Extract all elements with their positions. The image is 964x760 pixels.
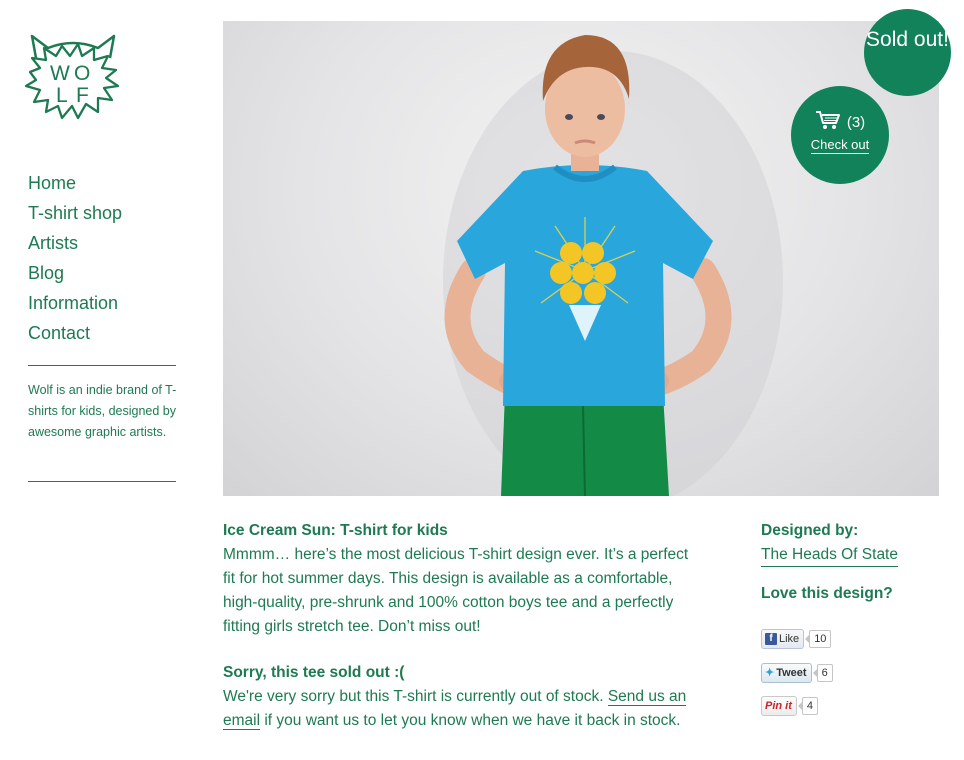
twitter-tweet: ✦ Tweet 6 <box>761 663 833 683</box>
tweet-count: 6 <box>812 664 833 682</box>
svg-text:W: W <box>50 62 70 85</box>
brand-blurb: Wolf is an indie brand of T-shirts for k… <box>28 383 177 439</box>
product-title: Ice Cream Sun: T-shirt for kids <box>223 522 448 539</box>
sold-out-text: We're very sorry but this T-shirt is cur… <box>223 688 687 730</box>
designer-link[interactable]: The Heads Of State <box>761 544 898 567</box>
nav-item-home[interactable]: Home <box>28 168 122 198</box>
nav-item-tshirt-shop[interactable]: T-shirt shop <box>28 198 122 228</box>
sold-out-heading: Sorry, this tee sold out :( <box>223 664 405 681</box>
twitter-bird-icon: ✦ <box>765 667 775 679</box>
pin-count: 4 <box>797 697 819 715</box>
wolf-logo[interactable]: W O L F <box>18 28 128 123</box>
nav-item-contact[interactable]: Contact <box>28 318 122 348</box>
main-nav: Home T-shirt shop Artists Blog Informati… <box>28 168 122 348</box>
checkout-link[interactable]: Check out <box>810 137 870 154</box>
love-design-heading: Love this design? <box>761 585 893 602</box>
facebook-like-button[interactable]: f Like <box>761 629 805 649</box>
designer-panel: Designed by: The Heads Of State Love thi… <box>761 519 941 606</box>
product-description-text: Mmmm… here’s the most delicious T-shirt … <box>223 546 689 635</box>
designed-by-heading: Designed by: <box>761 522 859 539</box>
cart-icon <box>815 110 841 134</box>
sold-out-badge: Sold out! <box>864 9 951 96</box>
sidebar-divider-bottom <box>28 481 176 482</box>
like-count: 10 <box>805 630 832 648</box>
product-description: Ice Cream Sun: T-shirt for kids Mmmm… he… <box>223 519 703 755</box>
svg-text:F: F <box>76 84 89 107</box>
svg-text:L: L <box>56 84 68 107</box>
cart-count: (3) <box>846 113 866 131</box>
sold-out-label: Sold out! <box>866 28 949 51</box>
nav-item-information[interactable]: Information <box>28 288 122 318</box>
sidebar-divider-top <box>28 365 176 366</box>
nav-item-blog[interactable]: Blog <box>28 258 122 288</box>
facebook-icon: f <box>765 633 777 645</box>
cart-badge[interactable]: (3) Check out <box>791 86 889 184</box>
nav-item-artists[interactable]: Artists <box>28 228 122 258</box>
pin-it-button[interactable]: Pin it <box>761 696 797 716</box>
pinterest-pin: Pin it 4 <box>761 696 819 716</box>
svg-text:O: O <box>74 62 90 85</box>
facebook-like: f Like 10 <box>761 629 832 649</box>
tweet-button[interactable]: ✦ Tweet <box>761 663 812 683</box>
